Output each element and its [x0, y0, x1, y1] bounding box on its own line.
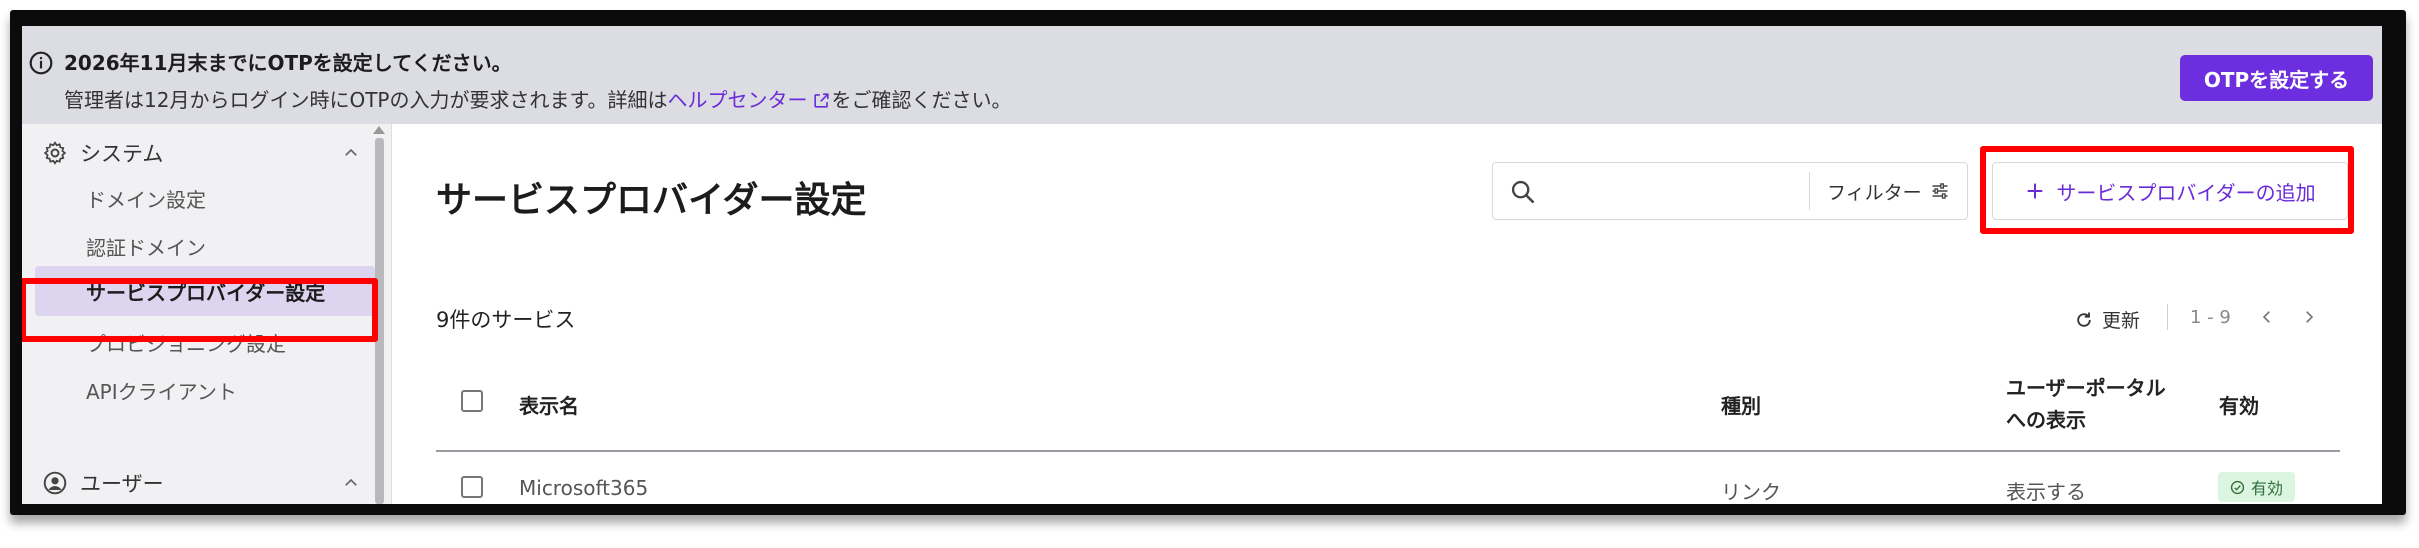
row-checkbox[interactable]	[461, 476, 483, 498]
sidebar-item-api-client[interactable]: APIクライアント	[86, 376, 237, 405]
search-box: フィルター	[1492, 162, 1968, 220]
sliders-icon	[1932, 183, 1948, 199]
header-portal-display-line2[interactable]: への表示	[2006, 404, 2086, 433]
sidebar-section-user-label: ユーザー	[80, 472, 164, 496]
header-enabled[interactable]: 有効	[2219, 390, 2259, 419]
gear-icon	[43, 141, 67, 165]
header-display-name[interactable]: 表示名	[519, 390, 579, 419]
external-link-icon	[814, 93, 830, 108]
refresh-button[interactable]: 更新	[2074, 306, 2140, 333]
sidebar-section-system[interactable]: システム	[42, 138, 163, 168]
row-display-name[interactable]: Microsoft365	[519, 476, 648, 500]
banner-desc-before: 管理者は12月からログイン時にOTPの入力が要求されます。詳細は	[64, 88, 668, 112]
banner-desc-after: をご確認ください。	[831, 88, 1012, 112]
set-otp-button[interactable]: OTPを設定する	[2180, 55, 2373, 101]
highlight-add-button	[1980, 146, 2354, 234]
pagination-divider	[2167, 304, 2168, 330]
search-divider	[1809, 172, 1810, 210]
chevron-right-icon[interactable]	[2300, 308, 2318, 326]
table-row[interactable]: Microsoft365 リンク 表示する 有効	[436, 454, 2340, 504]
service-count: 9件のサービス	[436, 308, 576, 332]
header-portal-display-line1[interactable]: ユーザーポータル	[2006, 372, 2166, 401]
check-circle-icon	[2230, 480, 2245, 494]
refresh-label: 更新	[2102, 310, 2141, 332]
sidebar-section-system-label: システム	[80, 142, 164, 166]
info-icon	[29, 51, 53, 75]
sidebar-item-auth-domain[interactable]: 認証ドメイン	[86, 232, 206, 261]
app-screen: 2026年11月末までにOTPを設定してください。 管理者は12月からログイン時…	[22, 26, 2382, 504]
banner-description: 管理者は12月からログイン時にOTPの入力が要求されます。詳細はヘルプセンターを…	[64, 84, 1011, 113]
pagination-range: 1 - 9	[2190, 307, 2231, 328]
page-title: サービスプロバイダー設定	[436, 180, 867, 221]
status-badge-label: 有効	[2251, 479, 2284, 498]
select-all-checkbox[interactable]	[461, 390, 483, 412]
chevron-left-icon[interactable]	[2258, 308, 2276, 326]
banner-title: 2026年11月末までにOTPを設定してください。	[64, 51, 512, 75]
refresh-icon	[2077, 312, 2091, 327]
row-portal-display: 表示する	[2006, 480, 2086, 504]
highlight-sidebar-item	[22, 278, 378, 342]
sidebar-item-domain-settings[interactable]: ドメイン設定	[86, 184, 206, 213]
row-type: リンク	[1721, 480, 1781, 504]
help-center-link[interactable]: ヘルプセンター	[667, 88, 831, 112]
help-center-link-label: ヘルプセンター	[667, 88, 808, 112]
scroll-up-arrow[interactable]	[373, 126, 385, 134]
filter-button[interactable]: フィルター	[1827, 163, 1950, 219]
filter-label: フィルター	[1827, 181, 1922, 204]
header-type[interactable]: 種別	[1721, 390, 1761, 419]
search-input[interactable]	[1549, 171, 1789, 211]
chevron-up-icon[interactable]	[342, 144, 360, 162]
user-icon	[43, 471, 67, 495]
search-icon	[1511, 180, 1535, 204]
status-badge: 有効	[2218, 472, 2296, 502]
otp-banner: 2026年11月末までにOTPを設定してください。 管理者は12月からログイン時…	[22, 26, 2382, 124]
chevron-up-icon[interactable]	[342, 474, 360, 492]
sidebar-section-user[interactable]: ユーザー	[42, 468, 164, 498]
table-header-row: 表示名 種別 ユーザーポータル への表示 有効	[436, 356, 2340, 452]
